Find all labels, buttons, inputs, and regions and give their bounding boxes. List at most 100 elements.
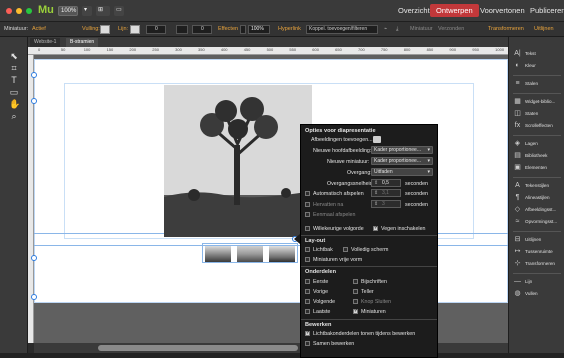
widget-library-icon: ▦ [514,98,521,105]
transition-select[interactable]: Uitfaden [371,168,433,176]
counter-checkbox[interactable] [353,289,358,294]
app-logo: Mu [38,4,54,16]
panel-align[interactable]: ⊟ Uitlijnen [513,235,564,245]
thumbnail-3[interactable] [269,246,295,262]
selection-tool-icon[interactable]: ⬉ [9,51,19,61]
hand-tool-icon[interactable]: ✋ [9,99,20,109]
tab-overzicht[interactable]: Overzicht [398,6,430,15]
panel-assets[interactable]: ▣ Elementen [513,163,564,173]
export-icon[interactable]: ⤓ [396,26,398,33]
rectangle-tool-icon[interactable]: ▭ [9,87,19,97]
panel-widget-library[interactable]: ▦ Widget-biblio... [513,97,564,107]
stroke-width-input[interactable]: 0 [146,25,166,34]
library-icon: ▤ [514,152,521,159]
fill-swatch[interactable] [100,25,110,34]
panel-wrap-styles[interactable]: ≈ Opvormingsst... [513,217,564,227]
doc-tab-website[interactable]: Website-1 [30,38,61,47]
lightbox-checkbox[interactable] [305,247,310,252]
resize-handle-bottom-left[interactable] [31,294,37,300]
crop-tool-icon[interactable]: ⌗ [9,63,19,73]
stroke-swatch[interactable] [130,25,140,34]
transform-label[interactable]: Transformeren [488,26,524,32]
line-icon: — [514,278,521,285]
panel-character-styles[interactable]: A Tekenstijlen [513,181,564,191]
autoplay-checkbox[interactable] [305,191,310,196]
opacity-input[interactable]: 100% [248,25,270,34]
tab-publiceren[interactable]: Publiceren [530,6,564,15]
random-order-checkbox[interactable] [305,226,310,231]
corner-icon[interactable] [176,25,188,34]
fill-label[interactable]: Vulling: [82,26,100,32]
panel-graphic-styles[interactable]: ◇ Afbeeldingsst... [513,205,564,215]
panel-color[interactable]: ◐ Kleur [513,61,564,71]
hyperlink-label[interactable]: Hyperlink [278,26,301,32]
arrange-icon[interactable]: ⊞ [96,6,110,16]
panel-states[interactable]: ◫ Staten [513,109,564,119]
minimize-window-button[interactable] [16,8,22,14]
play-once-checkbox[interactable] [305,212,310,217]
resize-handle-top-left[interactable] [31,72,37,78]
next-checkbox[interactable] [305,299,310,304]
captions-checkbox[interactable] [353,279,358,284]
seconds-label-3: seconden [405,202,428,208]
swipe-checkbox[interactable] [373,225,378,231]
close-window-button[interactable] [6,8,12,14]
corner-radius-input[interactable]: 0 [192,25,212,34]
maximize-window-button[interactable] [26,8,32,14]
panel-library[interactable]: ▤ Bibliotheek [513,151,564,161]
ruler-tick-label: 350 [198,47,205,52]
tab-voorvertonen[interactable]: Voorvertonen [480,6,525,15]
scrollbar-thumb[interactable] [98,345,298,351]
text-tool-icon[interactable]: T [9,75,19,85]
autoplay-interval-input[interactable]: 3,1 [371,189,401,197]
previous-checkbox[interactable] [305,289,310,294]
panel-label: Uitlijnen [525,237,542,242]
verzonden-option[interactable]: Verzonden [438,26,464,32]
panel-scroll-effects[interactable]: fx Scrolleffecten [513,121,564,131]
align-label[interactable]: Uitlijnen [534,26,554,32]
thumbnail-2[interactable] [237,246,263,262]
new-main-image-select[interactable]: Kader proportionee... [371,146,433,154]
resize-handle-left-upper[interactable] [31,98,37,104]
zoom-tool-icon[interactable]: ⌕ [9,111,19,121]
free-thumbs-checkbox[interactable] [305,257,310,262]
tab-ontwerpen[interactable]: Ontwerpen [430,4,479,17]
panel-swatches[interactable]: ≡ Stalen [513,79,564,89]
ruler-tick-label: 650 [335,47,342,52]
panel-paragraph-styles[interactable]: ¶ Alineastijlen [513,193,564,203]
first-checkbox[interactable] [305,279,310,284]
panel-transform[interactable]: ⊹ Transformeren [513,259,564,269]
folder-icon[interactable] [373,136,381,143]
last-checkbox[interactable] [305,309,310,314]
edit-together-checkbox[interactable] [305,341,310,346]
view-options-icon[interactable]: ▾ [82,6,92,16]
swipe-label: Vegen inschakelen [381,226,426,232]
panel-fill[interactable]: ◍ Vullen [513,289,564,299]
show-lightbox-parts-checkbox[interactable] [305,330,310,336]
close-button-checkbox[interactable] [353,299,358,304]
link-options-icon[interactable]: ⌁ [384,26,387,32]
resize-handle-left-lower[interactable] [31,255,37,261]
new-thumbnail-select[interactable]: Kader proportionee... [371,157,433,165]
panel-text[interactable]: A| Tekst [513,49,564,59]
resume-checkbox[interactable] [305,202,310,207]
effects-label[interactable]: Effecten [218,26,238,32]
doc-tab-stramien[interactable]: B-stramien [66,38,99,47]
slideshow-hero-image[interactable] [164,85,312,237]
resume-input[interactable]: 3 [371,200,401,208]
thumbnails-checkbox[interactable] [353,308,358,314]
thumbnail-1[interactable] [205,246,231,262]
thumbnail-strip[interactable] [202,243,298,263]
transition-speed-input[interactable]: 0,5 [371,179,401,187]
stroke-label[interactable]: Lijn: [118,26,128,32]
panel-stroke[interactable]: — Lijn [513,277,564,287]
panel-spacing[interactable]: ↦ Tussenruimte [513,247,564,257]
screen-mode-icon[interactable]: ▭ [114,6,124,16]
zoom-select[interactable]: 100% [58,6,78,16]
hyperlink-select[interactable]: Koppel. toevoegen/filteren [306,25,378,34]
fullscreen-checkbox[interactable] [343,247,348,252]
panel-layers[interactable]: ◈ Lagen [513,139,564,149]
wrap-icon: ≈ [515,218,520,225]
miniature-value[interactable]: Actief [32,26,46,32]
miniatuur-option[interactable]: Miniatuur [410,26,433,32]
